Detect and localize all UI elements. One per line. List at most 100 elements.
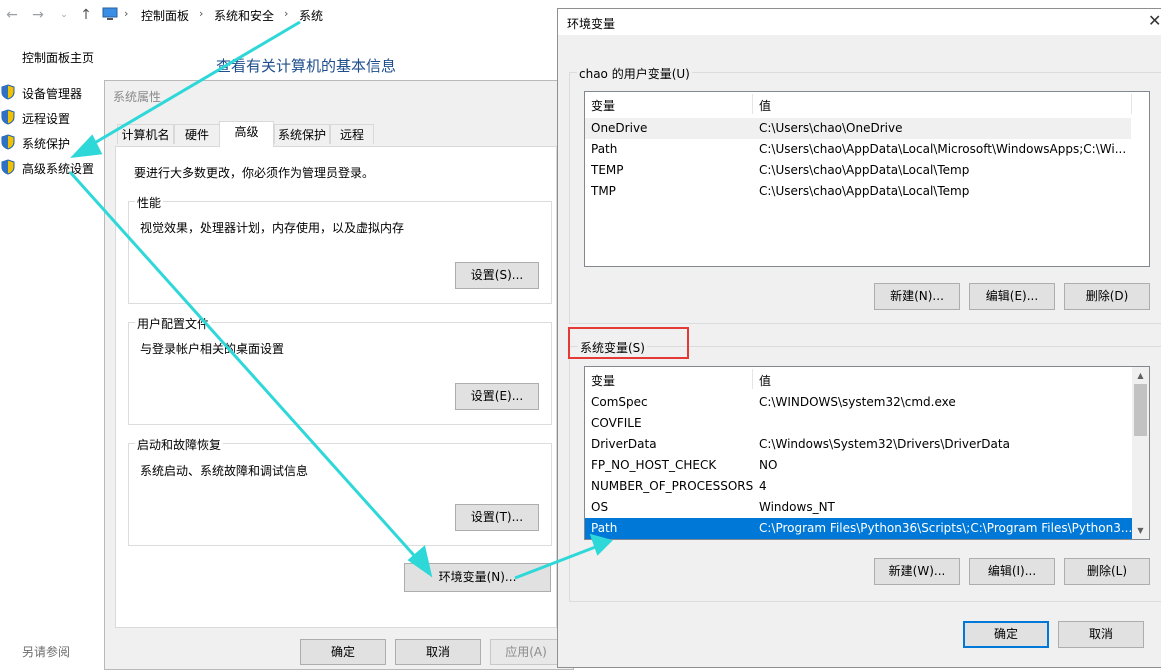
column-divider[interactable] [752, 369, 753, 389]
list-item[interactable]: DriverData C:\Windows\System32\Drivers\D… [585, 434, 1149, 455]
up-arrow-icon[interactable]: ↑ [78, 7, 94, 23]
dialog-titlebar [558, 9, 1161, 35]
computer-icon [102, 7, 118, 21]
column-header-variable[interactable]: 变量 [591, 372, 615, 389]
variable-name: OS [591, 500, 609, 514]
system-delete-button[interactable]: 删除(L) [1064, 558, 1150, 585]
variable-value: C:\Program Files\Python36\Scripts\;C:\Pr… [759, 521, 1133, 535]
variable-name: TMP [591, 184, 616, 198]
system-edit-button[interactable]: 编辑(I)... [969, 558, 1055, 585]
variable-name: NUMBER_OF_PROCESSORS [591, 479, 754, 493]
startup-recovery-description: 系统启动、系统故障和调试信息 [140, 464, 309, 478]
breadcrumb-separator-icon: › [124, 7, 129, 20]
shield-icon [1, 134, 15, 150]
user-delete-button[interactable]: 删除(D) [1064, 283, 1150, 310]
variable-value: NO [759, 458, 778, 472]
tab-remote[interactable]: 远程 [330, 124, 374, 144]
environment-variables-button[interactable]: 环境变量(N)... [404, 563, 551, 592]
list-header: 变量 值 [585, 367, 1149, 391]
variable-name: COVFILE [591, 416, 642, 430]
breadcrumb-system-security[interactable]: 系统和安全 [214, 7, 274, 24]
column-divider[interactable] [752, 94, 753, 114]
column-divider[interactable] [1131, 94, 1132, 114]
list-item[interactable]: NUMBER_OF_PROCESSORS 4 [585, 476, 1149, 497]
env-ok-button[interactable]: 确定 [963, 621, 1049, 648]
apply-button: 应用(A) [490, 639, 562, 665]
env-cancel-button[interactable]: 取消 [1058, 621, 1144, 648]
list-item[interactable]: OneDrive C:\Users\chao\OneDrive [585, 118, 1131, 139]
variable-value: C:\Windows\System32\Drivers\DriverData [759, 437, 1010, 451]
performance-settings-button[interactable]: 设置(S)... [455, 262, 539, 289]
shield-icon [1, 84, 15, 100]
remote-settings-link[interactable]: 远程设置 [22, 110, 70, 127]
user-edit-button[interactable]: 编辑(E)... [969, 283, 1055, 310]
scroll-down-icon[interactable]: ▼ [1132, 522, 1149, 539]
column-header-value[interactable]: 值 [759, 97, 771, 114]
variable-value: C:\WINDOWS\system32\cmd.exe [759, 395, 956, 409]
user-new-button[interactable]: 新建(N)... [874, 283, 960, 310]
list-item[interactable]: COVFILE [585, 413, 1149, 434]
variable-name: ComSpec [591, 395, 648, 409]
breadcrumb-separator-icon: › [199, 7, 204, 20]
highlight-box [568, 327, 689, 359]
list-item[interactable]: OS Windows_NT [585, 497, 1149, 518]
tab-computer-name[interactable]: 计算机名 [117, 124, 174, 144]
user-profiles-settings-button[interactable]: 设置(E)... [455, 383, 539, 410]
variable-value: C:\Users\chao\OneDrive [759, 121, 903, 135]
list-item[interactable]: TMP C:\Users\chao\AppData\Local\Temp [585, 181, 1149, 202]
list-item[interactable]: FP_NO_HOST_CHECK NO [585, 455, 1149, 476]
list-item-selected[interactable]: Path C:\Program Files\Python36\Scripts\;… [585, 518, 1133, 539]
system-variables-list[interactable]: 变量 值 ComSpec C:\WINDOWS\system32\cmd.exe… [584, 366, 1150, 540]
shield-icon [1, 159, 15, 175]
list-item[interactable]: Path C:\Users\chao\AppData\Local\Microso… [585, 139, 1149, 160]
variable-value: C:\Users\chao\AppData\Local\Microsoft\Wi… [759, 142, 1127, 156]
scrollbar-thumb[interactable] [1134, 384, 1147, 436]
close-icon[interactable]: ✕ [1148, 11, 1161, 30]
control-panel-home-link[interactable]: 控制面板主页 [22, 49, 94, 66]
scroll-up-icon[interactable]: ▲ [1132, 367, 1149, 384]
column-header-value[interactable]: 值 [759, 372, 771, 389]
breadcrumb-separator-icon: › [284, 7, 289, 20]
variable-name: Path [591, 142, 618, 156]
history-chevron-icon[interactable]: ⌄ [56, 7, 72, 23]
back-arrow-icon[interactable]: ← [4, 7, 20, 23]
page-title: 查看有关计算机的基本信息 [216, 57, 397, 75]
list-item[interactable]: ComSpec C:\WINDOWS\system32\cmd.exe [585, 392, 1149, 413]
user-profiles-group-title: 用户配置文件 [135, 315, 212, 332]
dialog-title: 环境变量 [567, 17, 616, 31]
performance-description: 视觉效果，处理器计划，内存使用，以及虚拟内存 [140, 221, 405, 235]
device-manager-link[interactable]: 设备管理器 [22, 85, 82, 102]
tab-hardware[interactable]: 硬件 [174, 124, 220, 144]
system-new-button[interactable]: 新建(W)... [874, 558, 960, 585]
variable-value: C:\Users\chao\AppData\Local\Temp [759, 184, 970, 198]
user-variables-title: chao 的用户变量(U) [577, 65, 692, 82]
vertical-scrollbar[interactable]: ▲ ▼ [1132, 367, 1149, 539]
tab-advanced[interactable]: 高级 [219, 121, 274, 147]
list-item[interactable]: TEMP C:\Users\chao\AppData\Local\Temp [585, 160, 1149, 181]
admin-note: 要进行大多数更改，你必须作为管理员登录。 [134, 166, 375, 180]
cancel-button[interactable]: 取消 [395, 639, 481, 665]
startup-recovery-group-title: 启动和故障恢复 [135, 436, 224, 453]
variable-name: TEMP [591, 163, 624, 177]
tab-system-protection[interactable]: 系统保护 [274, 124, 330, 144]
user-profiles-description: 与登录帐户相关的桌面设置 [140, 342, 285, 356]
variable-name: DriverData [591, 437, 657, 451]
ok-button[interactable]: 确定 [300, 639, 386, 665]
variable-name: FP_NO_HOST_CHECK [591, 458, 717, 472]
see-also-heading: 另请参阅 [22, 645, 71, 659]
user-variables-list[interactable]: 变量 值 OneDrive C:\Users\chao\OneDrive Pat… [584, 91, 1150, 267]
variable-value: 4 [759, 479, 767, 493]
breadcrumb-system[interactable]: 系统 [299, 7, 323, 24]
variable-value: C:\Users\chao\AppData\Local\Temp [759, 163, 970, 177]
dialog-title: 系统属性 [113, 90, 162, 104]
advanced-system-settings-link[interactable]: 高级系统设置 [22, 160, 94, 177]
variable-value: Windows_NT [759, 500, 835, 514]
shield-icon [1, 109, 15, 125]
system-protection-link[interactable]: 系统保护 [22, 135, 70, 152]
breadcrumb-control-panel[interactable]: 控制面板 [141, 7, 189, 24]
column-header-variable[interactable]: 变量 [591, 97, 615, 114]
variable-name: OneDrive [591, 121, 648, 135]
startup-recovery-settings-button[interactable]: 设置(T)... [455, 504, 539, 531]
forward-arrow-icon[interactable]: → [30, 7, 46, 23]
variable-name: Path [591, 521, 618, 535]
